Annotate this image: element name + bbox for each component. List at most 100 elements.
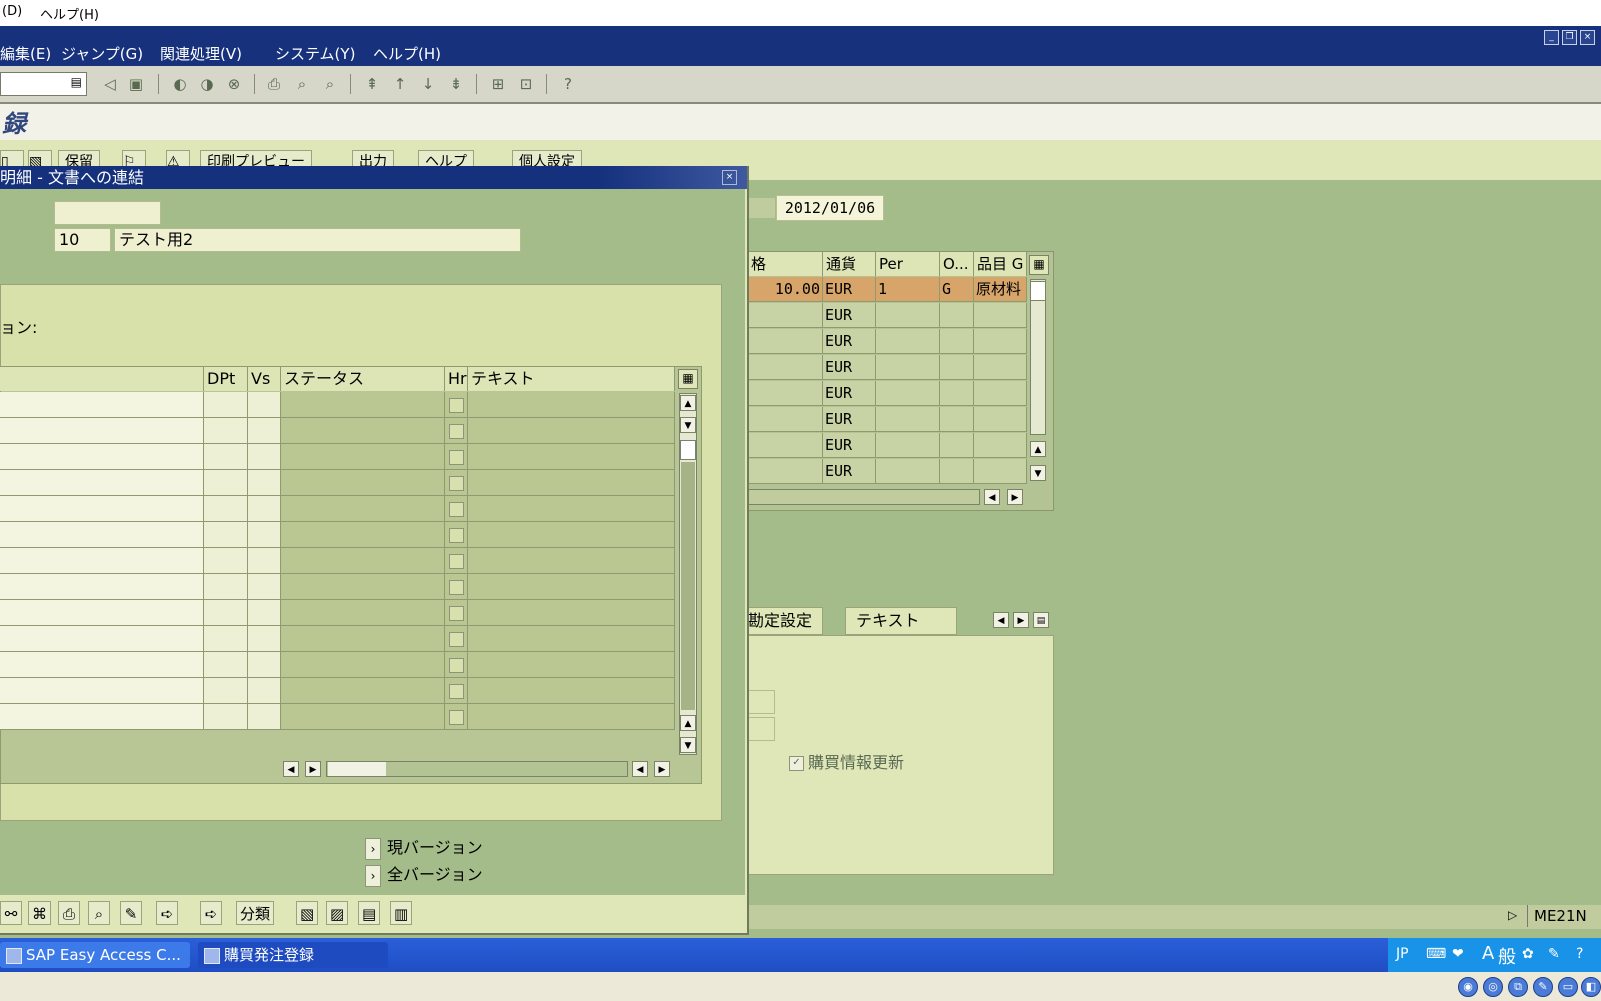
- status-cell[interactable]: [281, 470, 445, 496]
- vs-cell[interactable]: [248, 392, 281, 418]
- doc-cell[interactable]: [0, 678, 204, 704]
- dpt-cell[interactable]: [204, 652, 248, 678]
- column-header-document[interactable]: [0, 367, 204, 391]
- document-date-field[interactable]: 2012/01/06: [776, 195, 884, 221]
- dpt-cell[interactable]: [204, 574, 248, 600]
- table-settings-icon[interactable]: ▦: [678, 369, 698, 389]
- item-cell-group[interactable]: [974, 459, 1027, 484]
- tab-scroll-left-icon[interactable]: ◀: [993, 612, 1009, 628]
- info-update-checkbox[interactable]: ✓ 購買情報更新: [789, 749, 904, 773]
- back-arrow-icon[interactable]: ◁: [100, 74, 120, 94]
- dpt-cell[interactable]: [204, 626, 248, 652]
- tab-scroll-right-icon[interactable]: ▶: [1013, 612, 1029, 628]
- scrollbar-thumb[interactable]: [1030, 281, 1046, 301]
- doc-cell[interactable]: [0, 652, 204, 678]
- dpt-cell[interactable]: [204, 418, 248, 444]
- item-cell-o[interactable]: [940, 381, 974, 406]
- menu-system[interactable]: システム(Y): [275, 43, 355, 64]
- dpt-cell[interactable]: [204, 600, 248, 626]
- vs-cell[interactable]: [248, 522, 281, 548]
- help-icon[interactable]: ?: [558, 74, 578, 94]
- dialog-empty-field[interactable]: [54, 201, 161, 225]
- doc-cell[interactable]: [0, 392, 204, 418]
- item-cell-currency[interactable]: EUR: [823, 355, 876, 380]
- change-document-icon[interactable]: ▨: [326, 901, 349, 925]
- doc-cell[interactable]: [0, 444, 204, 470]
- dpt-cell[interactable]: [204, 704, 248, 730]
- scroll-right-icon[interactable]: ▶: [654, 761, 670, 777]
- text-cell[interactable]: [468, 496, 675, 522]
- dpt-cell[interactable]: [204, 496, 248, 522]
- status-cell[interactable]: [281, 496, 445, 522]
- doc-cell[interactable]: [0, 470, 204, 496]
- vs-cell[interactable]: [248, 626, 281, 652]
- item-cell-per[interactable]: [876, 459, 940, 484]
- menu-item-d[interactable]: (D): [2, 4, 22, 19]
- find-icon[interactable]: ⌕: [292, 74, 312, 94]
- text-cell[interactable]: [468, 522, 675, 548]
- status-cell[interactable]: [281, 574, 445, 600]
- hr-checkbox[interactable]: [449, 398, 464, 413]
- status-cell[interactable]: [281, 626, 445, 652]
- network-icon[interactable]: ⧉: [1508, 977, 1528, 997]
- column-header-currency[interactable]: 通貨: [823, 252, 876, 276]
- vs-cell[interactable]: [248, 418, 281, 444]
- item-cell-price[interactable]: [748, 303, 823, 328]
- column-header-material-group[interactable]: 品目 G: [974, 252, 1027, 276]
- shortcut-icon[interactable]: ⊡: [516, 74, 536, 94]
- text-cell[interactable]: [468, 444, 675, 470]
- pen-icon[interactable]: ✎: [1533, 977, 1553, 997]
- status-cell[interactable]: [281, 678, 445, 704]
- ime-mode-label[interactable]: 般: [1498, 943, 1516, 969]
- doc-cell[interactable]: [0, 496, 204, 522]
- scroll-down-icon[interactable]: ▼: [680, 737, 696, 753]
- status-cell[interactable]: [281, 652, 445, 678]
- doc-cell[interactable]: [0, 574, 204, 600]
- item-cell-price[interactable]: [748, 329, 823, 354]
- column-header-status[interactable]: ステータス: [281, 367, 445, 391]
- exit-icon[interactable]: ◑: [197, 74, 217, 94]
- dpt-cell[interactable]: [204, 444, 248, 470]
- menu-jump[interactable]: ジャンプ(G): [61, 43, 143, 64]
- item-cell-currency[interactable]: EUR: [823, 303, 876, 328]
- item-cell-o[interactable]: [940, 303, 974, 328]
- item-cell-o[interactable]: [940, 355, 974, 380]
- item-cell-group[interactable]: 原材料: [974, 277, 1027, 302]
- menu-related[interactable]: 関連処理(V): [160, 43, 242, 64]
- copy-document-icon[interactable]: ▤: [358, 901, 381, 925]
- cd-icon[interactable]: ◎: [1483, 977, 1503, 997]
- status-cell[interactable]: [281, 548, 445, 574]
- all-versions-node[interactable]: › 全バージョン: [365, 861, 483, 887]
- menu-help[interactable]: ヘルプ(H): [373, 43, 441, 64]
- item-cell-group[interactable]: [974, 303, 1027, 328]
- volume-icon[interactable]: ◧: [1581, 977, 1601, 997]
- item-cell-per[interactable]: [876, 381, 940, 406]
- vs-cell[interactable]: [248, 548, 281, 574]
- text-cell[interactable]: [468, 600, 675, 626]
- ime-help-icon[interactable]: ?: [1576, 946, 1583, 962]
- item-cell-group[interactable]: [974, 329, 1027, 354]
- cancel-icon[interactable]: ⊗: [224, 74, 244, 94]
- item-cell-o[interactable]: [940, 433, 974, 458]
- item-cell-o[interactable]: G: [940, 277, 974, 302]
- scroll-up-icon[interactable]: ▲: [1030, 441, 1046, 457]
- item-cell-currency[interactable]: EUR: [823, 459, 876, 484]
- hr-checkbox[interactable]: [449, 554, 464, 569]
- classify-button[interactable]: 分類: [236, 901, 275, 925]
- search-icon[interactable]: ⌕: [88, 901, 110, 925]
- vs-cell[interactable]: [248, 496, 281, 522]
- doc-cell[interactable]: [0, 600, 204, 626]
- scroll-left-icon[interactable]: ◀: [632, 761, 648, 777]
- forward-icon[interactable]: ➪: [156, 901, 178, 925]
- text-cell[interactable]: [468, 652, 675, 678]
- column-header-vs[interactable]: Vs: [248, 367, 281, 391]
- scroll-down-icon[interactable]: ▼: [680, 417, 696, 433]
- status-cell[interactable]: [281, 418, 445, 444]
- detail-input-field[interactable]: [747, 717, 775, 741]
- status-cell[interactable]: [281, 522, 445, 548]
- save-icon[interactable]: ▣: [126, 74, 146, 94]
- item-cell-o[interactable]: [940, 407, 974, 432]
- close-icon[interactable]: ×: [1580, 30, 1595, 45]
- restore-icon[interactable]: ❐: [1562, 30, 1577, 45]
- text-cell[interactable]: [468, 548, 675, 574]
